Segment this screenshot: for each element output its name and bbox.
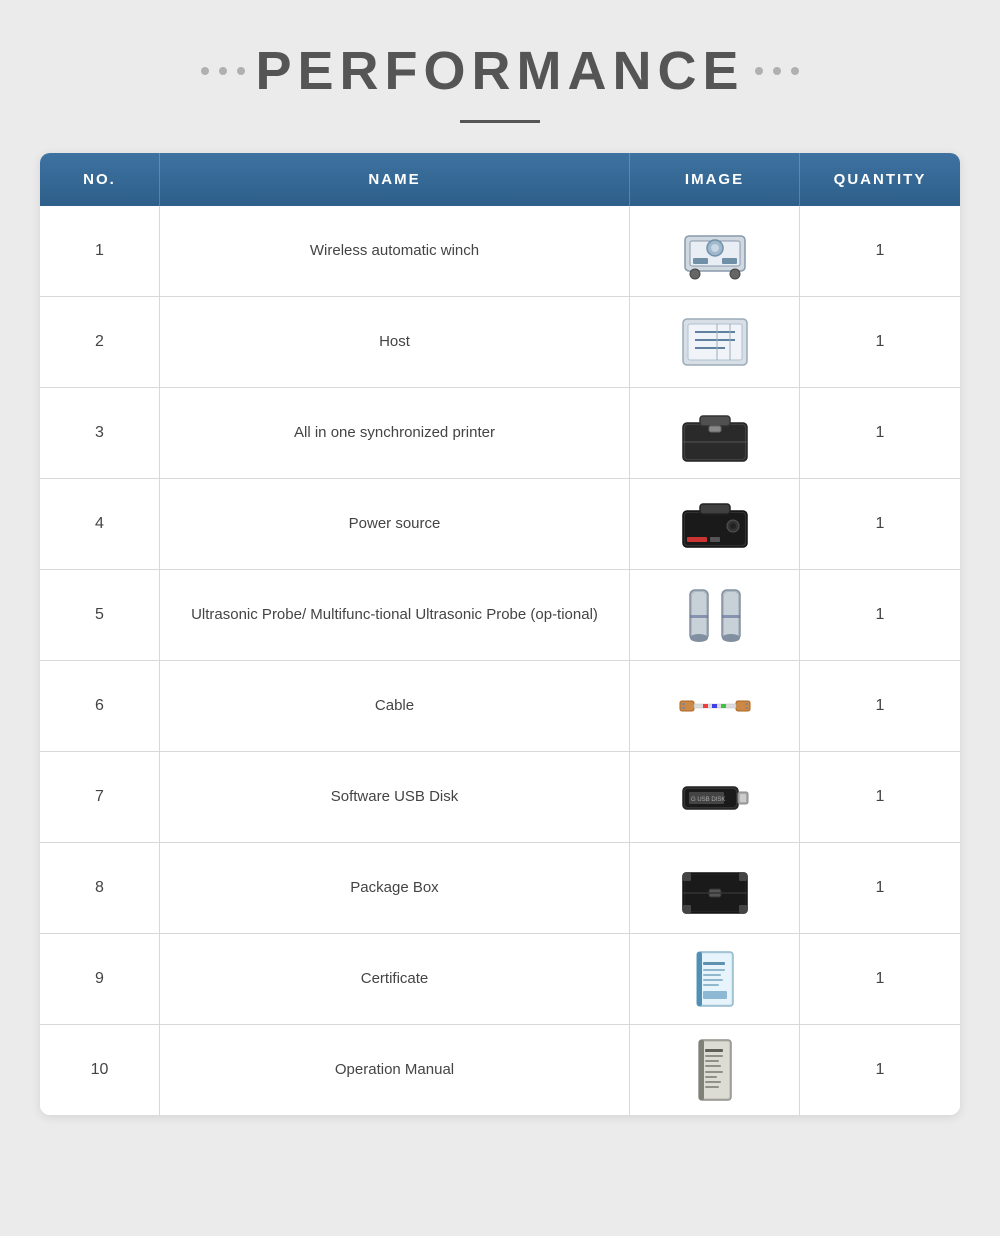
dot-4 [755,67,763,75]
svg-text:G USB DISK: G USB DISK [691,797,725,803]
cell-name-3: All in one synchronized printer [160,388,630,478]
cell-no-8: 8 [40,843,160,933]
cell-no-9: 9 [40,934,160,1024]
table-header: NO. NAME IMAGE QUANTITY [40,153,960,206]
cell-name-4: Power source [160,479,630,569]
dot-1 [201,67,209,75]
image-host [675,307,755,377]
cell-no-10: 10 [40,1025,160,1115]
page-title-section: PERFORMANCE [40,40,960,123]
cell-qty-5: 1 [800,570,960,660]
col-header-no: NO. [40,153,160,206]
page-title: PERFORMANCE [255,40,744,102]
table-row: 3 All in one synchronized printer 1 [40,388,960,479]
cell-no-3: 3 [40,388,160,478]
cell-no-4: 4 [40,479,160,569]
image-cable [675,671,755,741]
cell-image-7: G USB DISK [630,752,800,842]
cell-image-3 [630,388,800,478]
cell-name-2: Host [160,297,630,387]
dot-2 [219,67,227,75]
dots-decoration-top: PERFORMANCE [201,40,798,102]
cell-no-7: 7 [40,752,160,842]
cell-name-1: Wireless automatic winch [160,206,630,296]
cell-image-5 [630,570,800,660]
table-row: 7 Software USB Disk G USB DISK 1 [40,752,960,843]
image-power [675,489,755,559]
image-package [675,853,755,923]
cell-no-5: 5 [40,570,160,660]
cell-qty-4: 1 [800,479,960,569]
cell-qty-10: 1 [800,1025,960,1115]
cell-image-1 [630,206,800,296]
cell-qty-3: 1 [800,388,960,478]
table-row: 9 Certificate [40,934,960,1025]
image-usb: G USB DISK [675,762,755,832]
dot-6 [791,67,799,75]
col-header-quantity: QUANTITY [800,153,960,206]
cell-qty-9: 1 [800,934,960,1024]
table-row: 6 Cable [40,661,960,752]
cell-name-7: Software USB Disk [160,752,630,842]
performance-table: NO. NAME IMAGE QUANTITY 1 Wireless autom… [40,153,960,1115]
table-row: 4 Power source 1 [40,479,960,570]
cell-image-8 [630,843,800,933]
cell-name-8: Package Box [160,843,630,933]
cell-qty-2: 1 [800,297,960,387]
image-manual [675,1035,755,1105]
col-header-name: NAME [160,153,630,206]
cell-image-4 [630,479,800,569]
image-winch [675,216,755,286]
cell-name-10: Operation Manual [160,1025,630,1115]
table-row: 8 Package Box 1 [40,843,960,934]
image-certificate [675,944,755,1014]
cell-qty-8: 1 [800,843,960,933]
dot-5 [773,67,781,75]
dot-3 [237,67,245,75]
cell-image-6 [630,661,800,751]
col-header-image: IMAGE [630,153,800,206]
title-underline [460,120,540,123]
cell-image-10 [630,1025,800,1115]
cell-name-6: Cable [160,661,630,751]
cell-no-6: 6 [40,661,160,751]
table-row: 10 Operation Manual [40,1025,960,1115]
cell-name-5: Ultrasonic Probe/ Multifunc-tional Ultra… [160,570,630,660]
cell-image-9 [630,934,800,1024]
table-row: 5 Ultrasonic Probe/ Multifunc-tional Ult… [40,570,960,661]
table-row: 1 Wireless automatic winch 1 [40,206,960,297]
cell-no-1: 1 [40,206,160,296]
cell-image-2 [630,297,800,387]
cell-qty-7: 1 [800,752,960,842]
image-probe [675,580,755,650]
cell-qty-6: 1 [800,661,960,751]
cell-no-2: 2 [40,297,160,387]
table-row: 2 Host 1 [40,297,960,388]
cell-qty-1: 1 [800,206,960,296]
cell-name-9: Certificate [160,934,630,1024]
image-printer [675,398,755,468]
